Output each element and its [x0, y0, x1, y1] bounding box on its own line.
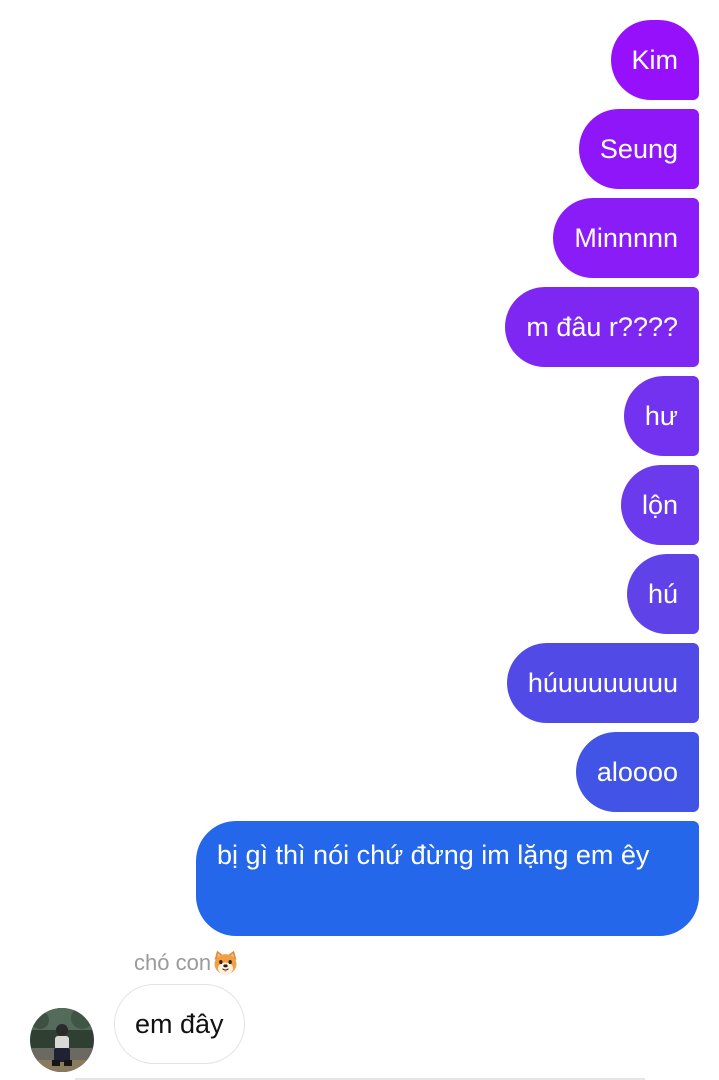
- outgoing-message[interactable]: Minnnnn: [553, 198, 699, 278]
- outgoing-message[interactable]: hú: [626, 554, 699, 634]
- outgoing-message[interactable]: m đâu r????: [505, 287, 699, 367]
- avatar-photo: [30, 1008, 94, 1072]
- outgoing-message[interactable]: húuuuuuuuu: [506, 643, 699, 723]
- dog-face-emoji-icon: [214, 950, 237, 975]
- outgoing-message[interactable]: bị gì thì nói chứ đừng im lặng em êy: [196, 821, 699, 936]
- outgoing-message[interactable]: hư: [623, 376, 699, 456]
- incoming-message[interactable]: em đây: [114, 984, 245, 1064]
- sender-name: chó con: [134, 949, 239, 976]
- outgoing-message[interactable]: Seung: [578, 109, 699, 189]
- contact-avatar[interactable]: [30, 1008, 94, 1072]
- outgoing-message[interactable]: Kim: [610, 20, 699, 100]
- chat-thread[interactable]: Kim Seung Minnnnn m đâu r???? hư lộn hú …: [0, 0, 719, 1080]
- outgoing-message[interactable]: lộn: [620, 465, 699, 545]
- sender-name-label: chó con: [134, 949, 212, 975]
- outgoing-message[interactable]: aloooo: [575, 732, 699, 812]
